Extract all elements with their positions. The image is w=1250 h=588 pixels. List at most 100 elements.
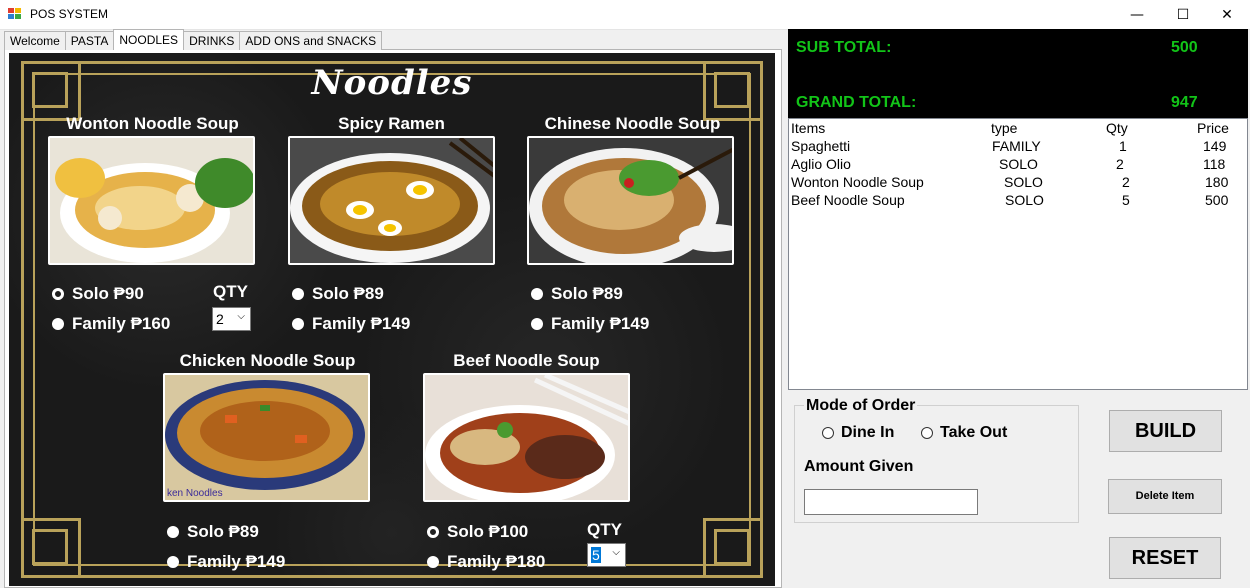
- tab-drinks[interactable]: DRINKS: [183, 31, 241, 50]
- dine-in-label: Dine In: [841, 424, 895, 441]
- mode-of-order-title: Mode of Order: [804, 397, 918, 415]
- tab-pasta[interactable]: PASTA: [64, 31, 115, 50]
- spicy-ramen-solo-label: Solo ₱89: [312, 284, 384, 303]
- radio-icon: [531, 288, 543, 300]
- grand-total-label: GRAND TOTAL:: [796, 94, 917, 111]
- item-name-spicy-ramen: Spicy Ramen: [338, 114, 445, 133]
- title-bar: POS SYSTEM — ☐ ✕: [0, 0, 1250, 30]
- order-item-type: SOLO: [999, 156, 1038, 172]
- radio-icon: [167, 556, 179, 568]
- radio-selected-icon: [427, 526, 439, 538]
- tab-add-ons-snacks[interactable]: ADD ONS and SNACKS: [239, 31, 383, 50]
- beef-soup-family-label: Family ₱180: [447, 552, 546, 571]
- column-header-items[interactable]: Items: [791, 120, 825, 136]
- chicken-soup-family-label: Family ₱149: [187, 552, 286, 571]
- wonton-solo-label: Solo ₱90: [72, 284, 144, 303]
- beef-qty-select[interactable]: 5 ⌵: [587, 543, 626, 567]
- noodles-menu-board: Noodles Wonton Noodle Soup Solo ₱90 Fami…: [9, 53, 775, 586]
- app-icon: [8, 8, 22, 20]
- amount-given-label: Amount Given: [804, 458, 914, 475]
- chicken-soup-solo-label: Solo ₱89: [187, 522, 259, 541]
- radio-icon: [822, 427, 834, 439]
- frame-corner: [21, 518, 81, 578]
- subtotal-value: 500: [1171, 39, 1198, 56]
- qty-label: QTY: [587, 520, 622, 539]
- take-out-label: Take Out: [940, 424, 1008, 441]
- qty-value: 2: [216, 311, 224, 327]
- wonton-soup-image: [48, 136, 255, 265]
- order-item-price: 500: [1205, 192, 1229, 208]
- order-item-type: SOLO: [1005, 192, 1044, 208]
- radio-icon: [292, 288, 304, 300]
- order-item-qty: 1: [1119, 138, 1127, 154]
- order-item-type: FAMILY: [992, 138, 1041, 154]
- beef-soup-solo-label: Solo ₱100: [447, 522, 529, 541]
- item-name-chicken-noodle-soup: Chicken Noodle Soup: [179, 351, 356, 370]
- delete-item-button[interactable]: Delete Item: [1108, 479, 1222, 514]
- qty-value: 5: [591, 547, 601, 563]
- tab-noodles[interactable]: NOODLES: [113, 29, 185, 50]
- grand-total-value: 947: [1171, 94, 1198, 111]
- board-title: Noodles: [311, 63, 473, 103]
- item-name-beef-noodle-soup: Beef Noodle Soup: [453, 351, 600, 370]
- chinese-soup-solo-label: Solo ₱89: [551, 284, 623, 303]
- chevron-down-icon: ⌵: [612, 547, 620, 558]
- take-out-radio[interactable]: Take Out: [921, 424, 1007, 442]
- radio-icon: [921, 427, 933, 439]
- order-item-price: 118: [1203, 156, 1226, 172]
- order-item-qty: 5: [1122, 192, 1130, 208]
- radio-selected-icon: [52, 288, 64, 300]
- minimize-button[interactable]: —: [1114, 0, 1160, 30]
- dine-in-radio[interactable]: Dine In: [822, 424, 894, 442]
- chinese-soup-family-label: Family ₱149: [551, 314, 650, 333]
- spicy-ramen-image: [288, 136, 495, 265]
- chicken-noodle-soup-image: ken Noodles: [163, 373, 370, 502]
- spicy-ramen-family-label: Family ₱149: [312, 314, 411, 333]
- build-button[interactable]: BUILD: [1109, 410, 1222, 452]
- order-item-price: 180: [1205, 174, 1229, 190]
- chinese-noodle-soup-image: [527, 136, 734, 265]
- beef-soup-solo-radio[interactable]: Solo ₱100: [427, 522, 528, 542]
- order-item-name: Wonton Noodle Soup: [791, 174, 924, 190]
- qty-label: QTY: [213, 282, 248, 301]
- column-header-qty[interactable]: Qty: [1106, 120, 1128, 136]
- tab-strip: Welcome PASTA NOODLES DRINKS ADD ONS and…: [4, 29, 383, 50]
- beef-soup-family-radio[interactable]: Family ₱180: [427, 552, 545, 572]
- chinese-soup-family-radio[interactable]: Family ₱149: [531, 314, 649, 334]
- reset-button[interactable]: RESET: [1109, 537, 1221, 579]
- subtotal-label: SUB TOTAL:: [796, 39, 892, 56]
- amount-given-input[interactable]: [804, 489, 978, 515]
- column-header-price[interactable]: Price: [1197, 120, 1229, 136]
- order-item-qty: 2: [1116, 156, 1124, 172]
- order-item-type: SOLO: [1004, 174, 1043, 190]
- spicy-ramen-family-radio[interactable]: Family ₱149: [292, 314, 410, 334]
- totals-panel: SUB TOTAL: 500 GRAND TOTAL: 947: [788, 29, 1248, 118]
- item-name-chinese-noodle-soup: Chinese Noodle Soup: [544, 114, 721, 133]
- wonton-family-radio[interactable]: Family ₱160: [52, 314, 170, 334]
- radio-icon: [292, 318, 304, 330]
- order-item-qty: 2: [1122, 174, 1130, 190]
- chicken-soup-family-radio[interactable]: Family ₱149: [167, 552, 285, 572]
- chevron-down-icon: ⌵: [237, 311, 245, 322]
- wonton-family-label: Family ₱160: [72, 314, 171, 333]
- close-button[interactable]: ✕: [1204, 0, 1250, 30]
- spicy-ramen-solo-radio[interactable]: Solo ₱89: [292, 284, 384, 304]
- order-item-name: Spaghetti: [791, 138, 851, 154]
- order-list[interactable]: Items type Qty Price Spaghetti FAMILY 1 …: [788, 118, 1248, 390]
- chinese-soup-solo-radio[interactable]: Solo ₱89: [531, 284, 623, 304]
- order-item-name: Beef Noodle Soup: [791, 192, 905, 208]
- radio-icon: [167, 526, 179, 538]
- window-title: POS SYSTEM: [30, 7, 109, 21]
- column-header-type[interactable]: type: [991, 120, 1017, 136]
- frame-corner: [703, 518, 763, 578]
- image-caption: ken Noodles: [167, 488, 223, 499]
- item-name-wonton: Wonton Noodle Soup: [66, 114, 239, 133]
- radio-icon: [531, 318, 543, 330]
- maximize-button[interactable]: ☐: [1160, 0, 1206, 30]
- order-item-name: Aglio Olio: [791, 156, 851, 172]
- order-item-price: 149: [1203, 138, 1227, 154]
- chicken-soup-solo-radio[interactable]: Solo ₱89: [167, 522, 259, 542]
- wonton-qty-select[interactable]: 2 ⌵: [212, 307, 251, 331]
- tab-welcome[interactable]: Welcome: [4, 31, 66, 50]
- wonton-solo-radio[interactable]: Solo ₱90: [52, 284, 144, 304]
